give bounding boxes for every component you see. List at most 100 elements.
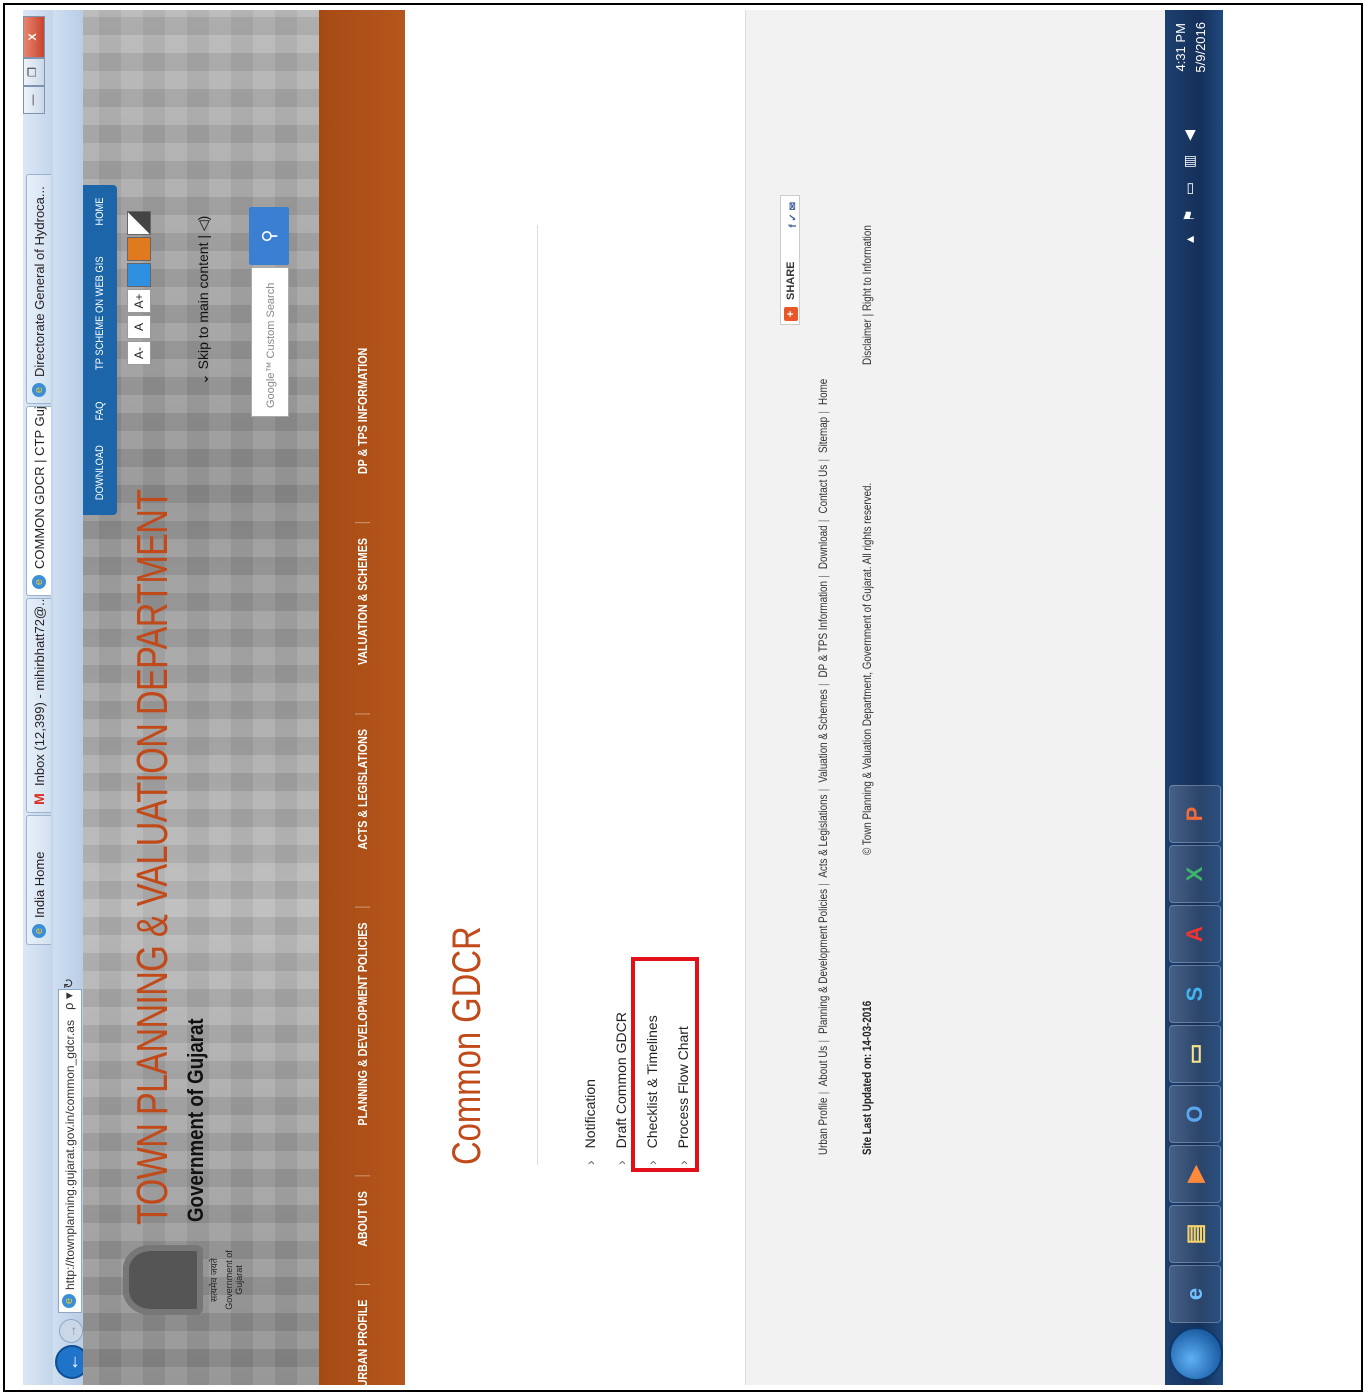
footer-link[interactable]: Urban Profile xyxy=(816,1098,830,1155)
flag-icon[interactable]: ⚑ xyxy=(1181,209,1198,222)
address-tools[interactable]: ρ ▾ ↻ xyxy=(58,978,80,1010)
site-footer: + SHARE f ✓ ✉ Urban Profile| About Us| P… xyxy=(745,10,1206,1385)
menu-acts-legislations[interactable]: ACTS & LEGISLATIONS xyxy=(354,713,370,865)
list-item[interactable]: › Notification xyxy=(575,1012,606,1165)
emblem-caption: Government of Gujarat xyxy=(224,1250,244,1310)
window-controls: — ❐ X xyxy=(23,16,45,114)
tab-common-gdcr[interactable]: eCOMMON GDCR | CTP Guj...✕ xyxy=(26,406,51,596)
footer-links: Urban Profile| About Us| Planning & Deve… xyxy=(816,378,830,1155)
screen-reader-icon: | ◁) xyxy=(195,215,211,239)
theme-blue-swatch[interactable] xyxy=(127,263,151,287)
start-button[interactable] xyxy=(1169,1327,1223,1381)
taskbar-excel-icon[interactable]: X xyxy=(1169,845,1221,903)
minimize-button[interactable]: — xyxy=(23,86,45,114)
emblem-icon xyxy=(123,1245,203,1315)
font-increase-button[interactable]: A+ xyxy=(127,289,151,313)
footer-link[interactable]: Home xyxy=(816,379,830,405)
forward-button[interactable]: → xyxy=(59,1319,83,1343)
close-button[interactable]: X xyxy=(23,16,45,58)
footer-link[interactable]: About Us xyxy=(816,1046,830,1086)
top-links: DOWNLOAD FAQ TP SCHEME ON WEB GIS HOME xyxy=(83,185,117,515)
windows-taskbar: e ▤ ▶ O ▭ S A X P ▴ ⚑ ▭ ▥ ◀ 4:31 PM 5/9/… xyxy=(1165,10,1223,1385)
top-link-download[interactable]: DOWNLOAD xyxy=(94,446,106,501)
chevron-right-icon: › xyxy=(675,1160,691,1165)
taskbar-acrobat-icon[interactable]: A xyxy=(1169,905,1221,963)
gmail-icon: M xyxy=(31,793,47,805)
browser-window: e India Home M Inbox (12,399) - mihirbhatt… xyxy=(23,10,1223,1385)
footer-link[interactable]: Sitemap xyxy=(816,417,830,453)
last-updated: Site Last Updated on: 14-03-2016 xyxy=(860,1000,874,1155)
list-item[interactable]: › Checklist & Timelines xyxy=(637,1012,668,1165)
taskbar-notes-icon[interactable]: ▭ xyxy=(1169,1025,1221,1083)
screenshot-frame: e India Home M Inbox (12,399) - mihirbhatt… xyxy=(3,3,1363,1392)
address-bar-row: ← → e http://townplanning.gujarat.gov.in/… xyxy=(53,10,105,1385)
footer-legal-links[interactable]: Disclaimer | Right to Information xyxy=(860,225,874,365)
state-emblem: सत्यमेव जयते Government of Gujarat xyxy=(123,1235,244,1325)
footer-link[interactable]: Valuation & Schemes xyxy=(816,689,830,782)
search-input[interactable]: Google™ Custom Search xyxy=(251,267,289,417)
taskbar-clock[interactable]: 4:31 PM 5/9/2016 xyxy=(1171,22,1211,73)
theme-contrast-swatch[interactable] xyxy=(127,211,151,235)
taskbar-ie-icon[interactable]: e xyxy=(1169,1265,1221,1323)
share-button[interactable]: + SHARE f ✓ ✉ xyxy=(780,195,800,325)
battery-icon[interactable]: ▭ xyxy=(1181,182,1198,195)
chevron-down-icon: ⌄ xyxy=(195,373,211,385)
skip-to-content-link[interactable]: ⌄ Skip to main content | ◁) xyxy=(195,216,212,385)
chevron-right-icon: › xyxy=(644,1160,660,1165)
top-link-tp-scheme[interactable]: TP SCHEME ON WEB GIS xyxy=(94,257,106,371)
ie-icon: e xyxy=(62,1294,76,1308)
network-icon[interactable]: ▥ xyxy=(1181,155,1198,168)
ie-icon: e xyxy=(32,575,46,589)
gdcr-link-list: › Notification › Draft Common GDCR › Checkl… xyxy=(575,1012,699,1165)
font-decrease-button[interactable]: A- xyxy=(127,341,151,365)
link-draft-common-gdcr[interactable]: Draft Common GDCR xyxy=(613,1012,629,1148)
clock-date: 5/9/2016 xyxy=(1193,22,1208,73)
footer-link[interactable]: Acts & Legislations xyxy=(816,795,830,878)
taskbar-outlook-icon[interactable]: O xyxy=(1169,1085,1221,1143)
theme-orange-swatch[interactable] xyxy=(127,237,151,261)
top-link-home[interactable]: HOME xyxy=(94,197,106,225)
chevron-right-icon: › xyxy=(582,1160,598,1165)
plus-icon: + xyxy=(784,307,798,321)
footer-link[interactable]: Planning & Development Policies xyxy=(816,889,830,1034)
taskbar-powerpoint-icon[interactable]: P xyxy=(1169,785,1221,843)
url-input[interactable]: e http://townplanning.gujarat.gov.in/comm… xyxy=(58,989,82,1313)
clock-time: 4:31 PM xyxy=(1173,23,1188,72)
menu-valuation-schemes[interactable]: VALUATION & SCHEMES xyxy=(354,522,370,681)
social-icons: f ✓ ✉ xyxy=(788,202,799,228)
site-title[interactable]: TOWN PLANNING & VALUATION DEPARTMENT xyxy=(128,490,178,1225)
tray-arrow-icon[interactable]: ▴ xyxy=(1181,236,1198,243)
taskbar-skype-icon[interactable]: S xyxy=(1169,965,1221,1023)
taskbar-media-icon[interactable]: ▶ xyxy=(1169,1145,1221,1203)
menu-dp-tps-information[interactable]: DP & TPS INFORMATION xyxy=(355,333,370,489)
accessibility-controls: A- A A+ xyxy=(127,211,151,365)
list-item[interactable]: › Process Flow Chart xyxy=(668,1012,699,1165)
menu-urban-profile[interactable]: URBAN PROFILE xyxy=(354,1284,370,1385)
tab-dgh[interactable]: e Directorate General of Hydroca... xyxy=(26,174,51,404)
font-normal-button[interactable]: A xyxy=(127,315,151,339)
menu-about-us[interactable]: ABOUT US xyxy=(354,1175,370,1262)
search-button[interactable]: ⚲ xyxy=(249,207,289,265)
page-title: Common GDCR xyxy=(445,926,489,1165)
footer-link[interactable]: Download xyxy=(816,525,830,569)
tab-india-home[interactable]: e India Home xyxy=(26,815,51,945)
site-subtitle: Government of Gujarat xyxy=(183,1018,208,1222)
link-notification[interactable]: Notification xyxy=(582,1079,598,1148)
taskbar-explorer-icon[interactable]: ▤ xyxy=(1169,1205,1221,1263)
menu-planning-policies[interactable]: PLANNING & DEVELOPMENT POLICIES xyxy=(354,907,370,1141)
site-header: सत्यमेव जयते Government of Gujarat TOWN … xyxy=(83,10,319,1385)
footer-link[interactable]: Contact Us xyxy=(816,465,830,514)
link-process-flow-chart[interactable]: Process Flow Chart xyxy=(675,1026,691,1148)
main-menu: URBAN PROFILE ABOUT US PLANNING & DEVELO… xyxy=(319,10,405,1385)
tab-gmail[interactable]: M Inbox (12,399) - mihirbhatt72@... xyxy=(26,598,51,813)
system-tray: ▴ ⚑ ▭ ▥ ◀ xyxy=(1181,130,1198,243)
ie-icon: e xyxy=(32,383,46,397)
volume-icon[interactable]: ◀ xyxy=(1181,130,1198,141)
link-checklist-timelines[interactable]: Checklist & Timelines xyxy=(644,1015,660,1148)
footer-link[interactable]: DP & TPS Information xyxy=(816,581,830,677)
top-link-faq[interactable]: FAQ xyxy=(94,401,106,420)
restore-button[interactable]: ❐ xyxy=(23,58,45,86)
list-item[interactable]: › Draft Common GDCR xyxy=(606,1012,637,1165)
copyright: © Town Planning & Valuation Department, … xyxy=(860,482,874,855)
emblem-caption-hindi: सत्यमेव जयते xyxy=(209,1258,219,1302)
